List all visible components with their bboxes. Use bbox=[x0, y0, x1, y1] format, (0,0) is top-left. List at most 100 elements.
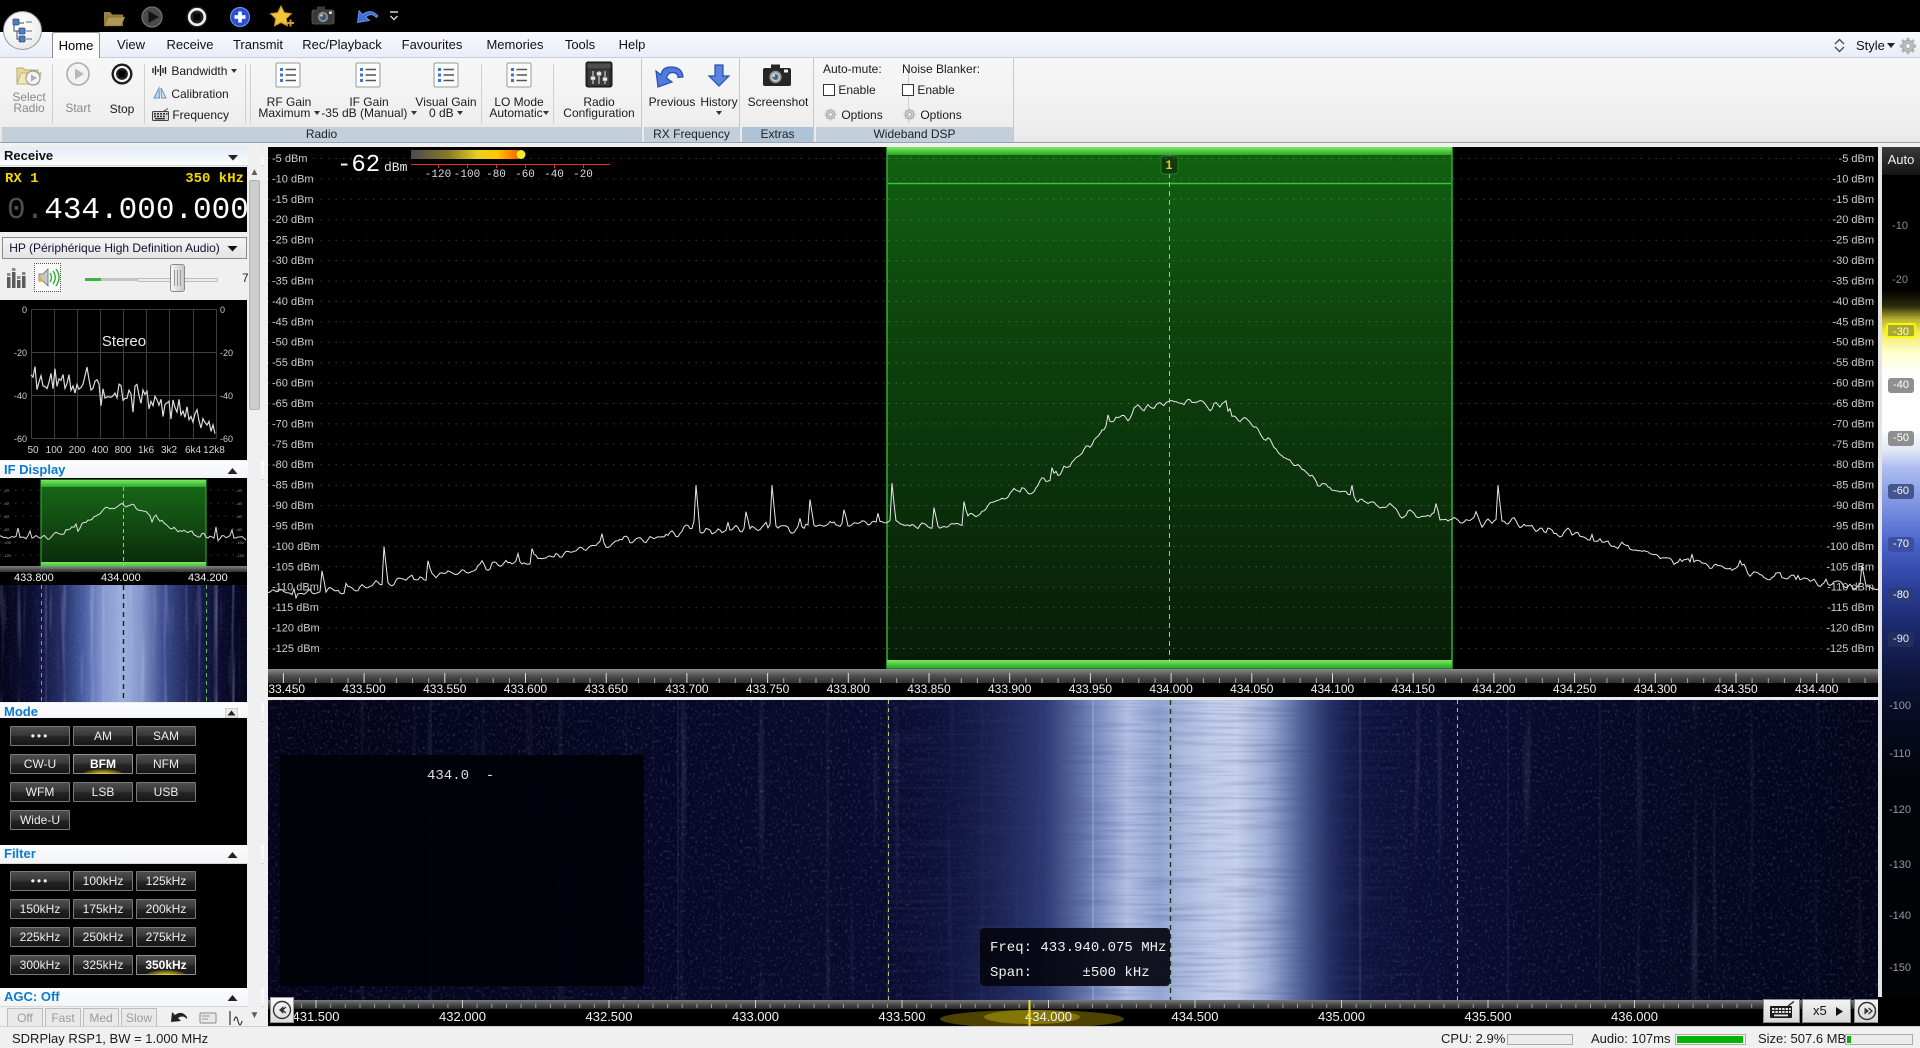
svg-text:-5 dBm: -5 dBm bbox=[1839, 153, 1874, 165]
svg-text:434.100: 434.100 bbox=[1311, 682, 1355, 696]
svg-text:-80 dBm: -80 dBm bbox=[272, 459, 314, 471]
svg-text:-40: -40 bbox=[544, 169, 564, 181]
svg-text:Stereo: Stereo bbox=[102, 333, 146, 350]
svg-text:-120: -120 bbox=[3, 553, 12, 558]
svg-text:-95 dBm: -95 dBm bbox=[1832, 521, 1874, 533]
svg-text:-90 dBm: -90 dBm bbox=[272, 500, 314, 512]
svg-text:-62: -62 bbox=[337, 152, 380, 179]
svg-text:-100: -100 bbox=[3, 540, 12, 545]
svg-text:-100 dBm: -100 dBm bbox=[272, 541, 320, 553]
svg-text:100: 100 bbox=[46, 445, 63, 456]
svg-text:433.500: 433.500 bbox=[879, 1009, 926, 1024]
svg-text:-60: -60 bbox=[14, 434, 27, 444]
svg-text:433.950: 433.950 bbox=[1069, 682, 1113, 696]
svg-text:433.500: 433.500 bbox=[342, 682, 386, 696]
svg-text:-15 dBm: -15 dBm bbox=[1832, 194, 1874, 206]
svg-text:dBm: dBm bbox=[384, 160, 408, 175]
svg-text:-5 dBm: -5 dBm bbox=[272, 153, 307, 165]
svg-text:Span: ±500 kHz: Span: ±500 kHz bbox=[990, 965, 1150, 981]
svg-text:-75 dBm: -75 dBm bbox=[1832, 439, 1874, 451]
svg-text:-25 dBm: -25 dBm bbox=[1832, 235, 1874, 247]
svg-text:1: 1 bbox=[1166, 158, 1173, 172]
svg-text:435.500: 435.500 bbox=[1465, 1009, 1512, 1024]
svg-text:-105 dBm: -105 dBm bbox=[1826, 561, 1874, 573]
svg-text:-55 dBm: -55 dBm bbox=[272, 357, 314, 369]
svg-text:400: 400 bbox=[92, 445, 109, 456]
svg-text:-110 dBm: -110 dBm bbox=[272, 582, 319, 594]
svg-text:-10 dBm: -10 dBm bbox=[1832, 173, 1874, 185]
svg-text:432.000: 432.000 bbox=[439, 1009, 486, 1024]
svg-text:433.000: 433.000 bbox=[732, 1009, 779, 1024]
svg-text:434.500: 434.500 bbox=[1172, 1009, 1219, 1024]
svg-text:800: 800 bbox=[115, 445, 132, 456]
svg-text:-20: -20 bbox=[573, 169, 593, 181]
svg-text:433.750: 433.750 bbox=[746, 682, 790, 696]
svg-text:-105 dBm: -105 dBm bbox=[272, 561, 320, 573]
svg-text:-55 dBm: -55 dBm bbox=[1832, 357, 1874, 369]
svg-text:-20: -20 bbox=[14, 348, 27, 358]
svg-text:Freq: 433.940.075 MHz: Freq: 433.940.075 MHz bbox=[990, 940, 1166, 956]
svg-text:-40: -40 bbox=[236, 501, 243, 506]
svg-text:Style: Style bbox=[1856, 38, 1885, 53]
svg-text:-60 dBm: -60 dBm bbox=[1832, 378, 1874, 390]
svg-text:434.000: 434.000 bbox=[1025, 1009, 1072, 1024]
svg-text:200: 200 bbox=[69, 445, 86, 456]
svg-text:-85 dBm: -85 dBm bbox=[1832, 480, 1874, 492]
svg-text:-80: -80 bbox=[3, 527, 10, 532]
svg-text:-115 dBm: -115 dBm bbox=[272, 602, 319, 614]
svg-text:-70 dBm: -70 dBm bbox=[272, 418, 314, 430]
svg-text:-40: -40 bbox=[14, 391, 27, 401]
svg-text:-75 dBm: -75 dBm bbox=[272, 439, 314, 451]
svg-text:-20: -20 bbox=[3, 488, 10, 493]
svg-text:-120: -120 bbox=[425, 169, 451, 181]
svg-text:-120 dBm: -120 dBm bbox=[272, 623, 320, 635]
svg-text:434.350: 434.350 bbox=[1714, 682, 1758, 696]
svg-text:-50 dBm: -50 dBm bbox=[272, 337, 314, 349]
svg-text:-60: -60 bbox=[515, 169, 535, 181]
svg-text:-125 dBm: -125 dBm bbox=[1826, 643, 1874, 655]
svg-text:-25 dBm: -25 dBm bbox=[272, 235, 314, 247]
svg-text:-100 dBm: -100 dBm bbox=[1826, 541, 1874, 553]
svg-text:-40 dBm: -40 dBm bbox=[272, 296, 314, 308]
svg-text:433.450: 433.450 bbox=[268, 682, 305, 696]
svg-text:-20: -20 bbox=[220, 348, 233, 358]
svg-text:-95 dBm: -95 dBm bbox=[272, 521, 314, 533]
svg-text:-60: -60 bbox=[220, 434, 233, 444]
svg-text:433.850: 433.850 bbox=[907, 682, 951, 696]
svg-text:1k6: 1k6 bbox=[138, 445, 155, 456]
svg-text:-45 dBm: -45 dBm bbox=[272, 316, 314, 328]
svg-text:0: 0 bbox=[220, 305, 225, 315]
svg-text:-100: -100 bbox=[236, 540, 245, 545]
svg-text:-125 dBm: -125 dBm bbox=[272, 643, 320, 655]
svg-text:434.300: 434.300 bbox=[1634, 682, 1678, 696]
svg-text:431.500: 431.500 bbox=[293, 1009, 340, 1024]
svg-text:434.200: 434.200 bbox=[1472, 682, 1516, 696]
svg-text:-15 dBm: -15 dBm bbox=[272, 194, 314, 206]
svg-text:-80: -80 bbox=[236, 527, 243, 532]
svg-text:12k8: 12k8 bbox=[203, 445, 225, 456]
svg-text:436.000: 436.000 bbox=[1611, 1009, 1658, 1024]
svg-text:-35 dBm: -35 dBm bbox=[1832, 276, 1874, 288]
svg-text:-85 dBm: -85 dBm bbox=[272, 480, 314, 492]
svg-text:-50 dBm: -50 dBm bbox=[1832, 337, 1874, 349]
svg-text:433.700: 433.700 bbox=[665, 682, 709, 696]
svg-text:6k4: 6k4 bbox=[185, 445, 202, 456]
svg-text:433.600: 433.600 bbox=[504, 682, 548, 696]
svg-text:432.500: 432.500 bbox=[586, 1009, 633, 1024]
svg-text:-60 dBm: -60 dBm bbox=[272, 378, 314, 390]
svg-text:-60: -60 bbox=[3, 514, 10, 519]
svg-text:434.250: 434.250 bbox=[1553, 682, 1597, 696]
svg-text:-35 dBm: -35 dBm bbox=[272, 276, 314, 288]
svg-text:-40 dBm: -40 dBm bbox=[1832, 296, 1874, 308]
svg-text:434.150: 434.150 bbox=[1392, 682, 1436, 696]
svg-text:435.000: 435.000 bbox=[1318, 1009, 1365, 1024]
svg-text:-40: -40 bbox=[220, 391, 233, 401]
svg-text:-20 dBm: -20 dBm bbox=[272, 214, 314, 226]
svg-text:-65 dBm: -65 dBm bbox=[1832, 398, 1874, 410]
svg-text:-40: -40 bbox=[3, 501, 10, 506]
svg-text:-30 dBm: -30 dBm bbox=[272, 255, 314, 267]
svg-text:433.550: 433.550 bbox=[423, 682, 467, 696]
svg-text:0: 0 bbox=[22, 305, 27, 315]
svg-text:-120 dBm: -120 dBm bbox=[1826, 623, 1874, 635]
svg-text:-20: -20 bbox=[236, 488, 243, 493]
